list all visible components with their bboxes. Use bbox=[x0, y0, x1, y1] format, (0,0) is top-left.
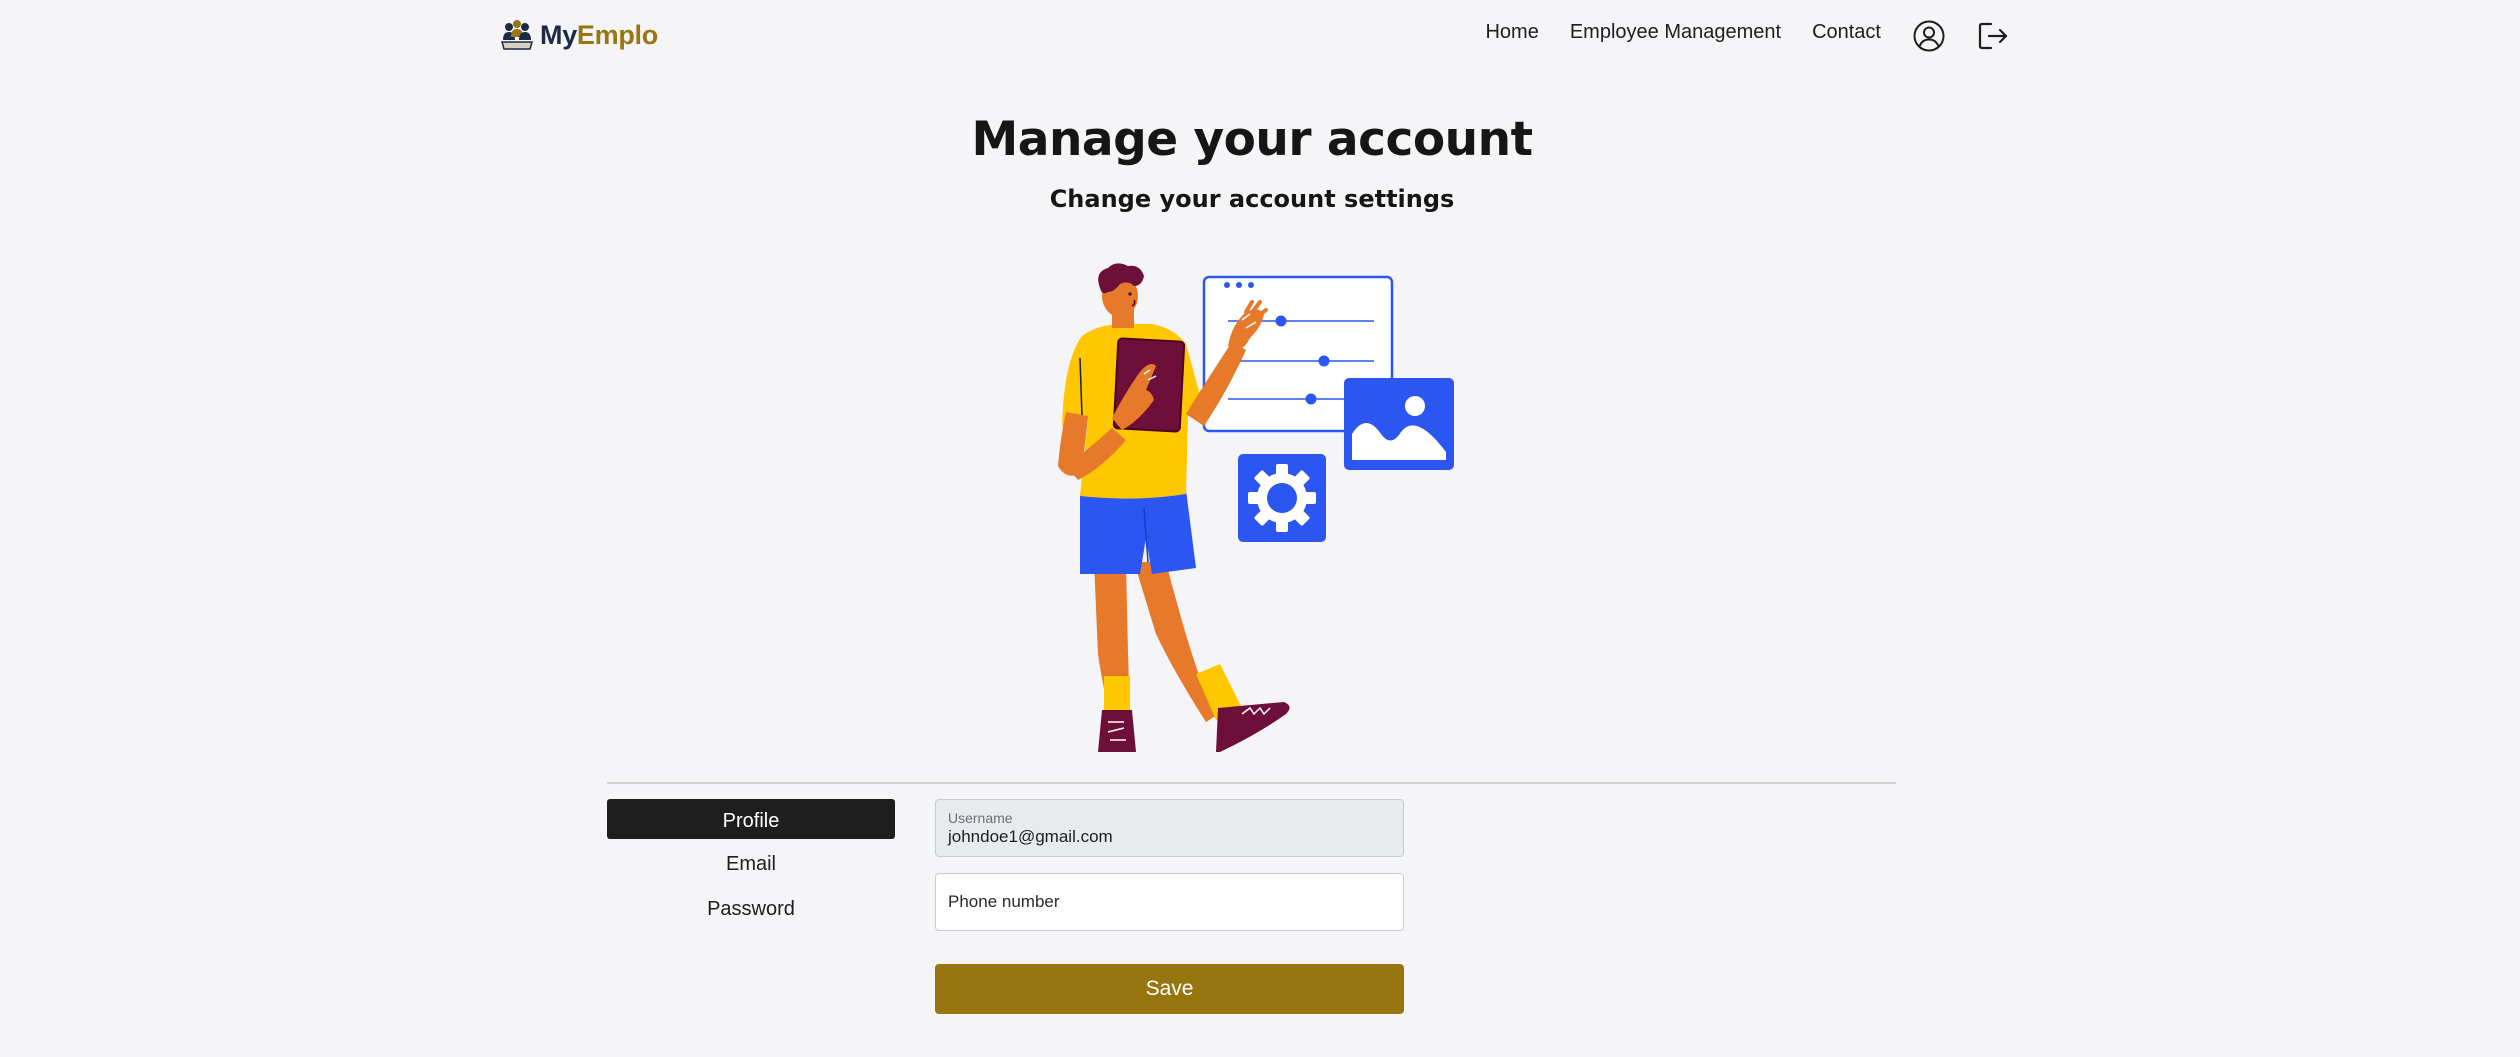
profile-form: Username johndoe1@gmail.com Save bbox=[935, 799, 1404, 1014]
username-value: johndoe1@gmail.com bbox=[948, 827, 1113, 846]
save-button[interactable]: Save bbox=[935, 964, 1404, 1014]
phone-number-input[interactable] bbox=[948, 874, 1391, 930]
user-circle-icon[interactable] bbox=[1912, 19, 1946, 53]
phone-number-field bbox=[935, 873, 1404, 931]
main-nav: Home Employee Management Contact bbox=[1485, 16, 2010, 56]
page-subtitle: Change your account settings bbox=[1049, 185, 1455, 213]
nav-link-contact[interactable]: Contact bbox=[1812, 12, 1881, 52]
top-navigation-bar: MyEmplo Home Employee Management Contact bbox=[0, 0, 2520, 72]
menu-item-password[interactable]: Password bbox=[607, 889, 895, 929]
nav-link-home[interactable]: Home bbox=[1485, 12, 1538, 52]
team-logo-icon bbox=[501, 20, 533, 50]
account-settings-illustration bbox=[1058, 263, 1454, 752]
logout-icon[interactable] bbox=[1976, 19, 2010, 53]
brand-name: MyEmplo bbox=[540, 20, 658, 51]
menu-item-profile[interactable]: Profile bbox=[607, 799, 895, 839]
username-field[interactable]: Username johndoe1@gmail.com bbox=[935, 799, 1404, 857]
menu-item-email[interactable]: Email bbox=[607, 844, 895, 884]
brand-name-part-emplo: Emplo bbox=[576, 19, 658, 50]
nav-link-employee-management[interactable]: Employee Management bbox=[1570, 12, 1781, 52]
brand-name-part-my: My bbox=[540, 19, 577, 50]
page-title: Manage your account bbox=[971, 112, 1533, 167]
settings-side-menu: Profile Email Password bbox=[607, 799, 895, 934]
brand-home-link[interactable]: MyEmplo bbox=[500, 16, 658, 54]
username-label: Username bbox=[948, 810, 1013, 826]
section-divider bbox=[607, 782, 1896, 784]
